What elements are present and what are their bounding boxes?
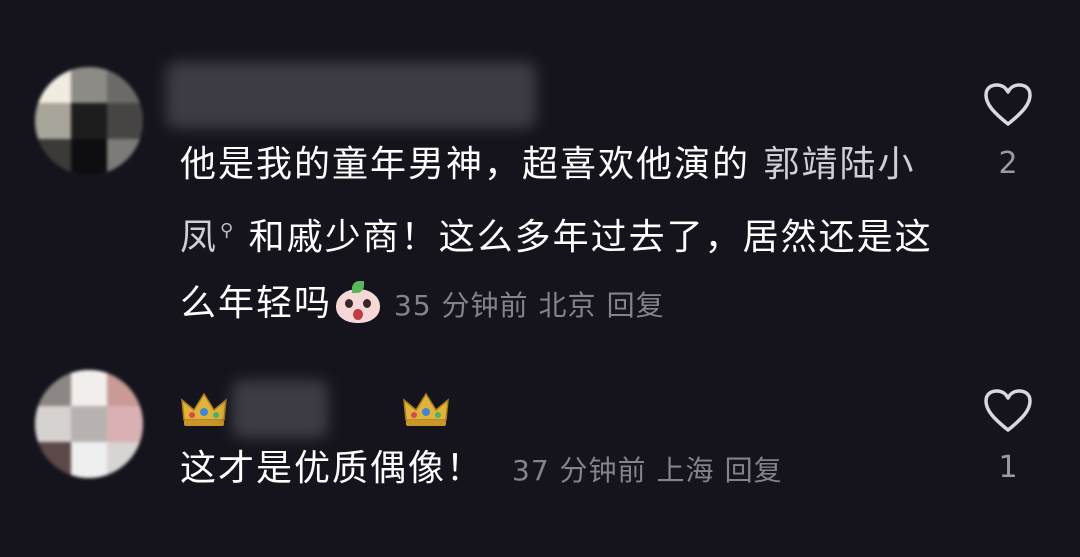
crown-icon (403, 392, 449, 426)
avatar[interactable] (35, 370, 143, 478)
comment-text: 他是我的童年男神，超喜欢他演的 郭靖陆小凤 ⚲ 和戚少商！这么多年过去了，居然还是… (180, 144, 933, 324)
like-button[interactable] (983, 388, 1033, 434)
username-blurred[interactable] (232, 380, 328, 438)
reply-button[interactable]: 回复 (607, 289, 665, 322)
comment-meta: 35 分钟前 北京 回复 (394, 289, 675, 322)
location: 北京 (538, 289, 597, 322)
comment-meta: 37 分钟前 上海 回复 (512, 454, 793, 487)
comment-item: 他是我的童年男神，超喜欢他演的 郭靖陆小凤 ⚲ 和戚少商！这么多年过去了，居然还是… (0, 0, 1080, 340)
heart-outline-icon (984, 83, 1032, 126)
timestamp: 37 分钟前 (512, 454, 647, 487)
comment-item: 这才是优质偶像！ 37 分钟前 上海 回复 1 (0, 340, 1080, 557)
username-blurred[interactable] (166, 62, 536, 128)
avatar[interactable] (35, 67, 143, 175)
like-button[interactable] (983, 82, 1033, 128)
timestamp: 35 分钟前 (394, 289, 529, 322)
like-count: 2 (998, 146, 1018, 181)
like-count: 1 (998, 450, 1018, 485)
location: 上海 (656, 454, 715, 487)
surprised-face-emoji (336, 281, 381, 323)
crown-icon (181, 392, 227, 426)
heart-outline-icon (984, 389, 1032, 432)
comment-text: 这才是优质偶像！ 37 分钟前 上海 回复 (180, 436, 940, 504)
comment-section: 他是我的童年男神，超喜欢他演的 郭靖陆小凤 ⚲ 和戚少商！这么多年过去了，居然还是… (0, 0, 1080, 557)
reply-button[interactable]: 回复 (725, 454, 783, 487)
search-icon: ⚲ (220, 220, 236, 241)
